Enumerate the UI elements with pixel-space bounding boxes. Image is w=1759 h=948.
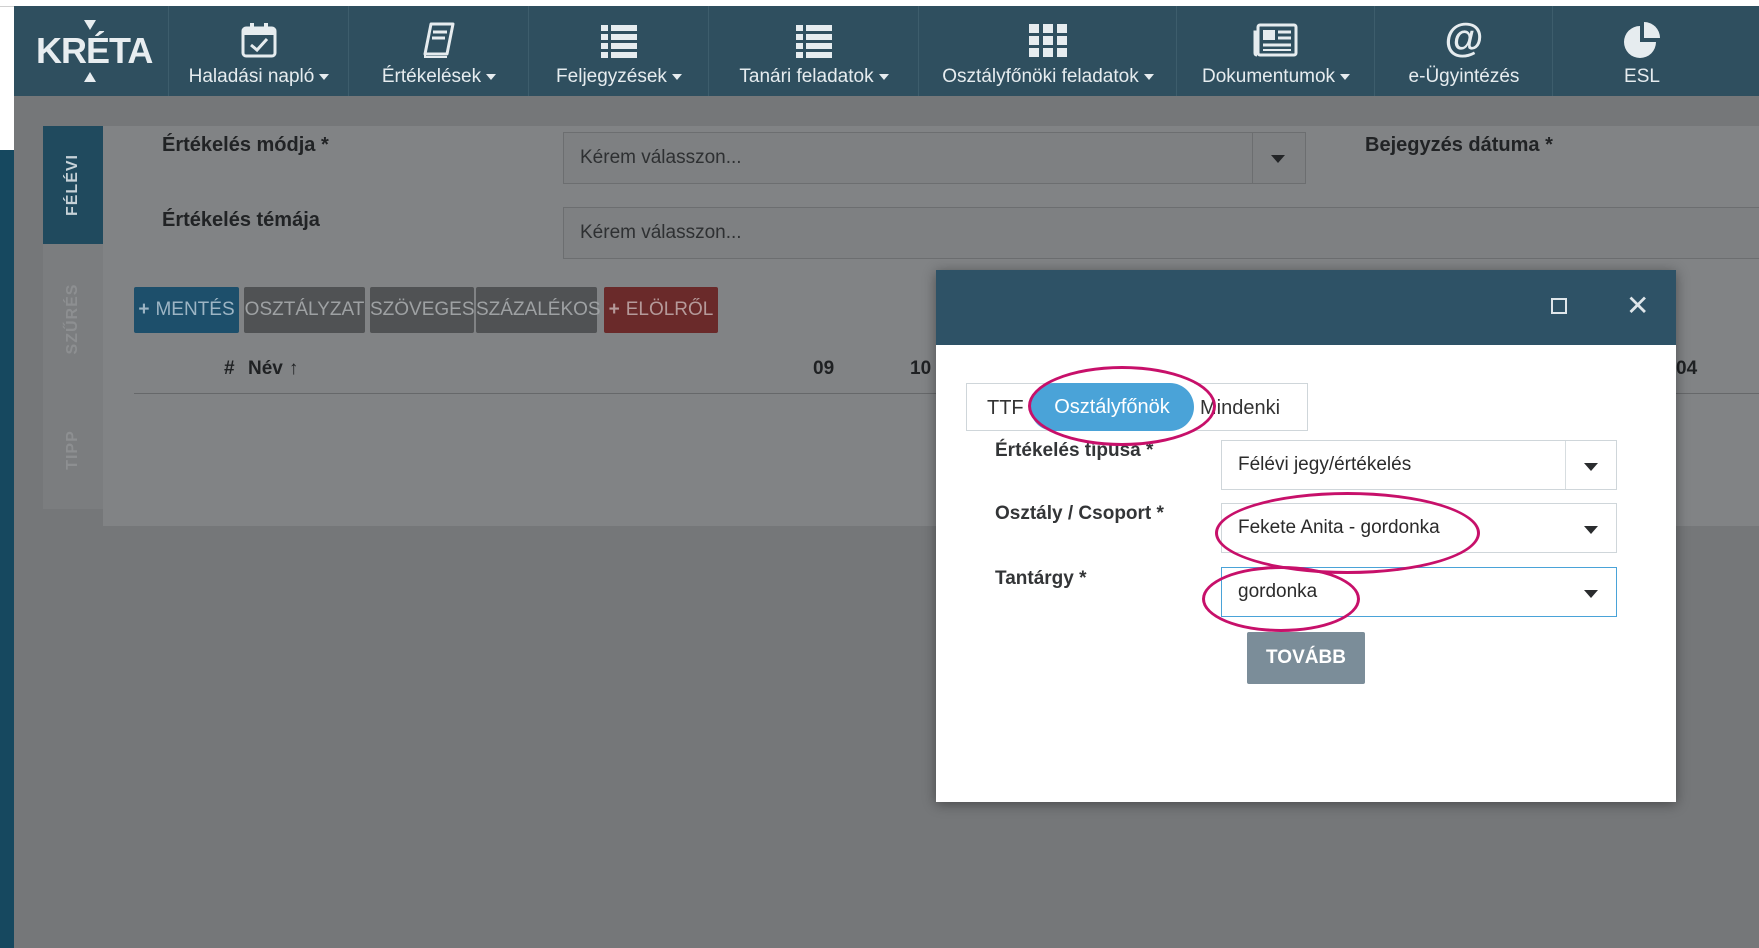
nav-ertekelesek[interactable]: Értékelések bbox=[348, 6, 529, 96]
date-label: Bejegyzés dátuma * bbox=[1365, 134, 1553, 156]
class-select[interactable]: Fekete Anita - gordonka bbox=[1221, 503, 1617, 553]
side-tab-szures[interactable]: SZŰRÉS bbox=[43, 266, 103, 371]
chevron-down-icon bbox=[671, 73, 682, 80]
grade-button[interactable]: OSZTÁLYZAT bbox=[244, 287, 365, 333]
text-evaluation-button[interactable]: SZÖVEGES bbox=[370, 287, 475, 333]
subject-select[interactable]: gordonka bbox=[1221, 567, 1617, 617]
nav-label: ESL bbox=[1624, 66, 1660, 87]
newspaper-icon bbox=[1253, 20, 1299, 65]
nav-label: Tanári feladatok bbox=[739, 66, 874, 87]
pie-chart-icon bbox=[1622, 20, 1662, 65]
subject-select-value: gordonka bbox=[1238, 581, 1318, 602]
col-04: 04 bbox=[1676, 358, 1698, 379]
plus-icon: + bbox=[608, 299, 620, 320]
nav-label: Dokumentumok bbox=[1201, 66, 1336, 87]
chevron-down-icon bbox=[486, 73, 497, 80]
list-icon bbox=[794, 20, 834, 65]
col-09: 09 bbox=[813, 358, 835, 379]
tab-mindenki-label: Mindenki bbox=[1200, 397, 1281, 419]
grid-icon bbox=[1028, 20, 1068, 65]
logo-triangle-top bbox=[84, 20, 96, 30]
reset-button-label: ELÖLRŐL bbox=[625, 299, 714, 320]
mode-label: Értékelés módja * bbox=[162, 134, 329, 156]
save-button-label: MENTÉS bbox=[155, 299, 235, 320]
dialog-header: ✕ bbox=[936, 270, 1676, 345]
reset-button[interactable]: + ELÖLRŐL bbox=[604, 287, 718, 333]
calendar-check-icon bbox=[239, 20, 279, 65]
side-tab-tipp[interactable]: TIPP bbox=[43, 391, 103, 509]
mode-select[interactable]: Kérem válasszon... bbox=[563, 132, 1306, 184]
left-edge-strip bbox=[0, 150, 14, 948]
type-select-value: Félévi jegy/értékelés bbox=[1238, 454, 1412, 475]
chevron-down-icon bbox=[1584, 590, 1598, 598]
nav-tanari-feladatok[interactable]: Tanári feladatok bbox=[708, 6, 919, 96]
nav-e-ugyintezes[interactable]: @ e-Ügyintézés bbox=[1374, 6, 1553, 96]
class-label: Osztály / Csoport * bbox=[995, 503, 1164, 524]
logo-text: KRÉTA bbox=[36, 30, 153, 71]
next-button-label: TOVÁBB bbox=[1266, 647, 1346, 668]
evaluation-dialog: ✕ TTF Osztályfőnök Mindenki Értékelés tí… bbox=[936, 270, 1676, 802]
percent-button-label: SZÁZALÉKOS bbox=[476, 299, 601, 320]
nav-label: Osztályfőnöki feladatok bbox=[942, 66, 1139, 87]
select-separator bbox=[1565, 441, 1566, 489]
nav-haladasi-naplo[interactable]: Haladási napló bbox=[168, 6, 349, 96]
chevron-down-icon bbox=[1584, 526, 1598, 534]
type-label: Értékelés típusa * bbox=[995, 440, 1154, 461]
chevron-down-icon bbox=[1340, 73, 1351, 80]
chevron-down-icon bbox=[1143, 73, 1154, 80]
topic-select[interactable]: Kérem válasszon... bbox=[563, 207, 1759, 259]
col-name[interactable]: Név ↑ bbox=[248, 358, 298, 380]
col-10: 10 bbox=[910, 358, 932, 379]
side-tab-felevi[interactable]: FÉLÉVI bbox=[43, 126, 103, 244]
nav-label: e-Ügyintézés bbox=[1408, 66, 1520, 87]
sort-arrow-up-icon: ↑ bbox=[288, 358, 299, 379]
maximize-icon[interactable] bbox=[1551, 298, 1567, 314]
grade-button-label: OSZTÁLYZAT bbox=[244, 299, 365, 320]
mode-select-placeholder: Kérem válasszon... bbox=[580, 147, 742, 168]
save-button[interactable]: + MENTÉS bbox=[134, 287, 239, 333]
type-select[interactable]: Félévi jegy/értékelés bbox=[1221, 440, 1617, 490]
nav-dokumentumok[interactable]: Dokumentumok bbox=[1176, 6, 1375, 96]
nav-label: Haladási napló bbox=[188, 66, 315, 87]
chevron-down-icon bbox=[319, 73, 330, 80]
nav-osztalyfonoki-feladatok[interactable]: Osztályfőnöki feladatok bbox=[918, 6, 1177, 96]
class-select-value: Fekete Anita - gordonka bbox=[1238, 517, 1440, 538]
nav-label: Feljegyzések bbox=[556, 66, 667, 87]
percent-button[interactable]: SZÁZALÉKOS bbox=[476, 287, 601, 333]
col-name-label: Név bbox=[248, 358, 283, 379]
side-tabs: FÉLÉVI SZŰRÉS TIPP bbox=[43, 126, 103, 509]
topic-label: Értékelés témája bbox=[162, 209, 320, 231]
plus-icon: + bbox=[138, 299, 150, 320]
select-separator bbox=[1252, 133, 1253, 183]
list-icon bbox=[599, 20, 639, 65]
kreta-logo[interactable]: KRÉTA bbox=[14, 6, 168, 96]
book-icon bbox=[419, 20, 459, 65]
col-hash: # bbox=[224, 358, 235, 379]
tab-mindenki[interactable]: Mindenki bbox=[1194, 383, 1308, 431]
tab-ttf-label: TTF bbox=[987, 397, 1024, 419]
nav-feljegyzesek[interactable]: Feljegyzések bbox=[528, 6, 709, 96]
topic-select-placeholder: Kérem válasszon... bbox=[580, 222, 742, 243]
chevron-down-icon bbox=[878, 73, 889, 80]
next-button[interactable]: TOVÁBB bbox=[1247, 632, 1365, 684]
at-icon: @ bbox=[1444, 16, 1484, 60]
chevron-down-icon bbox=[1584, 463, 1598, 471]
text-button-label: SZÖVEGES bbox=[370, 299, 475, 320]
close-icon[interactable]: ✕ bbox=[1626, 288, 1649, 324]
top-navbar: KRÉTA Haladási napló Értékelések Feljegy… bbox=[14, 6, 1759, 96]
nav-label: Értékelések bbox=[381, 66, 482, 87]
side-tab-label: FÉLÉVI bbox=[64, 153, 81, 217]
chevron-down-icon bbox=[1271, 155, 1285, 163]
logo-triangle-bottom bbox=[84, 72, 96, 82]
side-tab-label: TIPP bbox=[64, 430, 81, 470]
tab-osztalyfonok-label: Osztályfőnök bbox=[1054, 396, 1170, 418]
side-tab-label: SZŰRÉS bbox=[64, 283, 81, 354]
nav-esl[interactable]: ESL bbox=[1552, 6, 1731, 96]
subject-label: Tantárgy * bbox=[995, 568, 1087, 589]
tab-osztalyfonok[interactable]: Osztályfőnök bbox=[1030, 383, 1194, 431]
